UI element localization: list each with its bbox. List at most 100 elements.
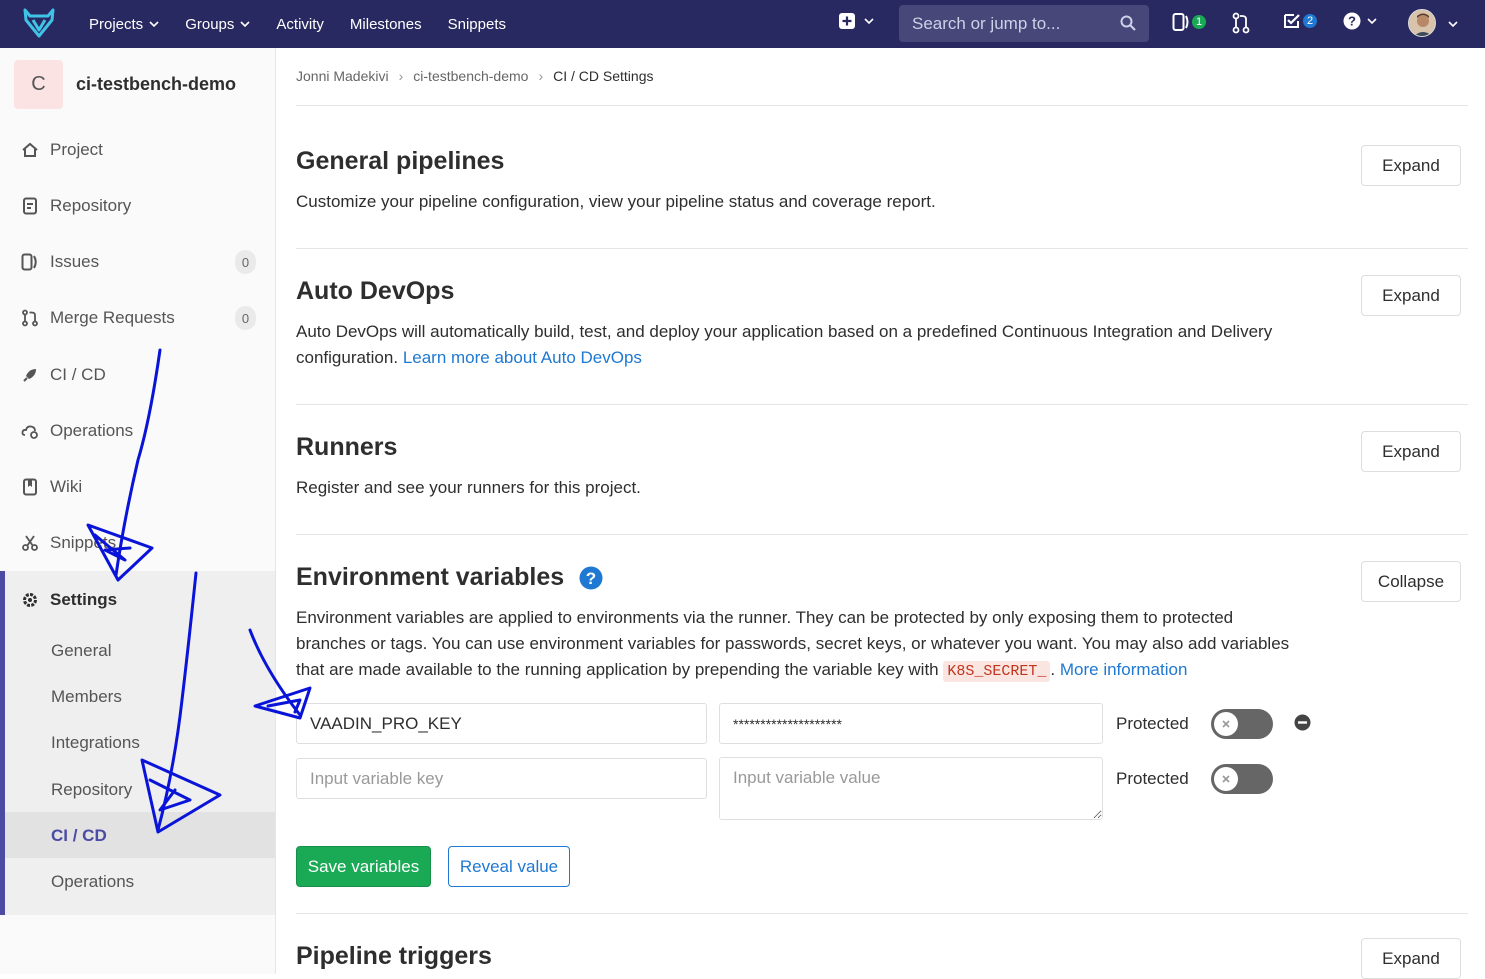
sidebar-item-operations[interactable]: Operations [0, 411, 275, 451]
chevron-right-icon: › [398, 68, 404, 84]
section-title-environment-variables: Environment variables ? [296, 563, 603, 592]
save-variables-button[interactable]: Save variables [296, 846, 431, 887]
auto-devops-learn-more-link[interactable]: Learn more about Auto DevOps [403, 348, 642, 367]
sidebar-item-project[interactable]: Project [0, 130, 275, 170]
section-desc-runners: Register and see your runners for this p… [296, 478, 641, 497]
sidebar-project-header[interactable]: C ci-testbench-demo [14, 60, 236, 109]
todo-check-icon [1284, 14, 1300, 28]
divider [296, 248, 1468, 249]
chevron-down-icon [1367, 18, 1377, 25]
sidebar-item-label: Operations [50, 421, 134, 440]
settings-sub-general[interactable]: General [51, 641, 111, 661]
breadcrumb-user[interactable]: Jonni Madekivi [296, 68, 389, 84]
sidebar-item-repository[interactable]: Repository [0, 186, 275, 226]
reveal-value-button[interactable]: Reveal value [448, 846, 570, 887]
gear-icon [23, 593, 37, 607]
settings-sub-ci-cd[interactable]: CI / CD [51, 826, 107, 846]
rocket-icon [23, 369, 36, 382]
expand-auto-devops-button[interactable]: Expand [1361, 275, 1461, 316]
close-icon [1222, 775, 1230, 783]
nav-groups-label: Groups [185, 15, 235, 33]
variable-key-input-new[interactable] [296, 758, 707, 799]
svg-text:?: ? [1348, 14, 1356, 29]
help-icon: ? [1343, 12, 1361, 30]
nav-snippets[interactable]: Snippets [448, 16, 506, 33]
section-desc-general-pipelines: Customize your pipeline configuration, v… [296, 192, 936, 211]
sidebar-item-label: Settings [50, 590, 118, 609]
sidebar-item-label: CI / CD [50, 365, 106, 384]
issues-nav-button[interactable]: 1 [1172, 12, 1207, 32]
gitlab-tanuki-icon[interactable] [22, 6, 56, 40]
protected-toggle-new[interactable] [1211, 764, 1273, 794]
section-desc-auto-devops: Auto DevOps will automatically build, te… [296, 319, 1326, 371]
sidebar-item-label: Issues [50, 252, 100, 271]
merge-request-icon [1232, 12, 1250, 34]
protected-toggle[interactable] [1211, 709, 1273, 739]
help-dropdown-button[interactable]: ? [1343, 12, 1377, 30]
todos-nav-button[interactable]: 2 [1283, 12, 1318, 30]
expand-runners-button[interactable]: Expand [1361, 431, 1461, 472]
expand-pipeline-triggers-button[interactable]: Expand [1361, 938, 1461, 979]
collapse-environment-variables-button[interactable]: Collapse [1361, 561, 1461, 602]
sidebar-item-snippets[interactable]: Snippets [0, 523, 275, 563]
close-icon [1222, 720, 1230, 728]
variable-value-input-new[interactable] [719, 757, 1103, 820]
variable-value-input[interactable]: ******************** [719, 703, 1103, 744]
breadcrumb-current[interactable]: CI / CD Settings [553, 68, 653, 84]
remove-variable-icon[interactable] [1294, 714, 1311, 731]
nav-milestones[interactable]: Milestones [350, 16, 422, 33]
sidebar: C ci-testbench-demo Project Repository I… [0, 48, 276, 974]
nav-groups[interactable]: Groups [185, 16, 250, 33]
protected-label: Protected [1116, 769, 1189, 788]
help-icon[interactable]: ? [579, 566, 603, 590]
issues-count-badge: 0 [235, 250, 256, 274]
sidebar-item-label: Project [50, 140, 103, 159]
todos-count-badge: 2 [1303, 14, 1318, 28]
user-photo-icon [1409, 10, 1435, 36]
section-desc-environment-variables: Environment variables are applied to env… [296, 605, 1306, 685]
breadcrumb-project[interactable]: ci-testbench-demo [413, 68, 528, 84]
scissors-icon [22, 535, 38, 551]
search-box [899, 5, 1149, 42]
nav-activity[interactable]: Activity [276, 16, 324, 33]
nav-projects-label: Projects [89, 15, 144, 33]
sidebar-item-label: Wiki [50, 477, 83, 496]
expand-general-pipelines-button[interactable]: Expand [1361, 145, 1461, 186]
variable-key-input[interactable]: VAADIN_PRO_KEY [296, 703, 707, 744]
settings-sub-repository[interactable]: Repository [51, 780, 132, 800]
settings-sub-integrations[interactable]: Integrations [51, 733, 140, 753]
issues-count-badge: 1 [1192, 15, 1207, 29]
sidebar-item-issues[interactable]: Issues 0 [0, 242, 275, 282]
sidebar-item-ci-cd[interactable]: CI / CD [0, 355, 275, 395]
sidebar-item-settings[interactable]: Settings [0, 580, 275, 620]
new-dropdown-button[interactable] [838, 12, 874, 30]
sidebar-item-wiki[interactable]: Wiki [0, 467, 275, 507]
plus-square-icon [839, 13, 855, 29]
sidebar-item-label: Merge Requests [50, 308, 175, 327]
protected-label: Protected [1116, 714, 1189, 733]
search-icon [1120, 15, 1136, 31]
sidebar-item-label: Repository [50, 196, 132, 215]
environment-variables-title-text: Environment variables [296, 563, 565, 591]
env-vars-desc-period: . [1050, 660, 1056, 679]
merge-requests-nav-button[interactable] [1232, 12, 1250, 34]
divider [296, 534, 1468, 535]
env-vars-more-information-link[interactable]: More information [1060, 660, 1188, 679]
chevron-down-icon [149, 21, 159, 28]
divider [296, 404, 1468, 405]
section-title-runners: Runners [296, 433, 398, 461]
settings-active-indicator [0, 571, 5, 915]
section-title-pipeline-triggers: Pipeline triggers [296, 942, 492, 970]
settings-sub-members[interactable]: Members [51, 687, 122, 707]
settings-sub-operations[interactable]: Operations [51, 872, 134, 892]
chevron-down-icon[interactable] [1448, 19, 1458, 29]
search-input[interactable] [910, 12, 1110, 35]
divider [296, 913, 1468, 914]
nav-projects[interactable]: Projects [89, 16, 159, 33]
chevron-down-icon [240, 21, 250, 28]
cloud-gear-icon [21, 425, 38, 439]
k8s-secret-prefix-code: K8S_SECRET_ [943, 661, 1051, 682]
doc-icon [23, 197, 37, 215]
sidebar-item-merge-requests[interactable]: Merge Requests 0 [0, 298, 275, 338]
user-avatar[interactable] [1408, 9, 1436, 37]
